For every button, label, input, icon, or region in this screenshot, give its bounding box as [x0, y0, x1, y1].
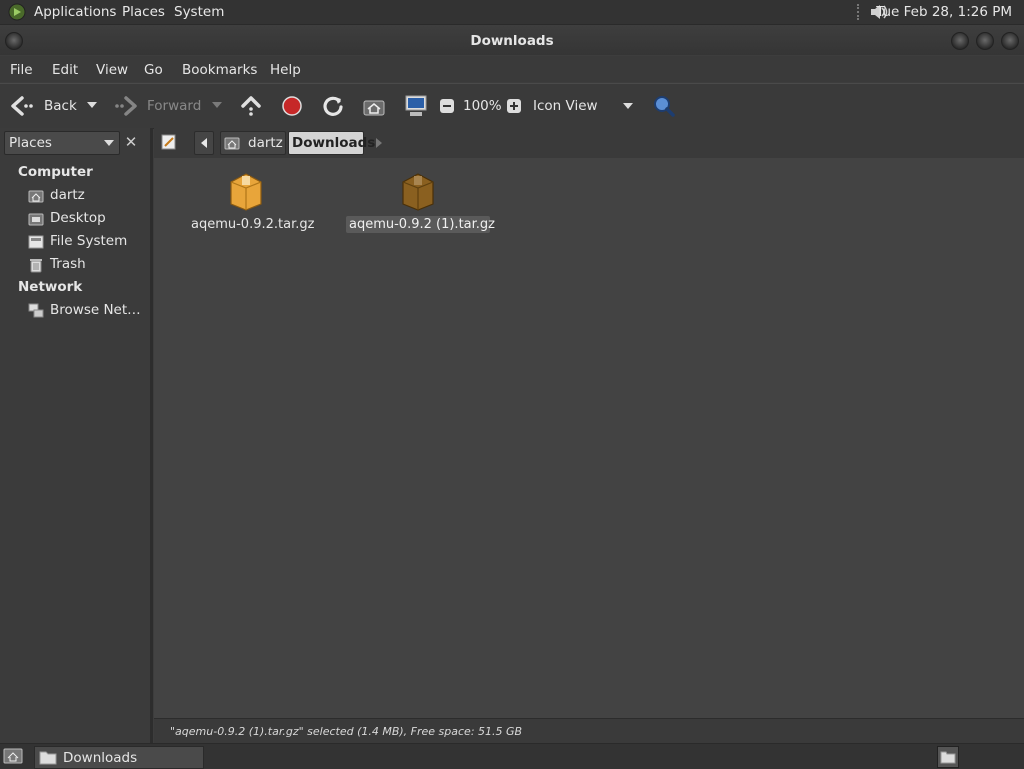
menu-applications[interactable]: Applications — [34, 4, 116, 20]
menu-edit[interactable]: Edit — [52, 62, 78, 78]
breadcrumb-dartz[interactable]: dartz — [220, 131, 286, 155]
home-folder-icon — [224, 137, 240, 150]
reload-icon[interactable] — [322, 95, 344, 117]
window-title: Downloads — [470, 33, 554, 49]
sidebar-item-browse-network[interactable]: Browse Net… — [28, 301, 146, 321]
forward-label: Forward — [147, 98, 202, 114]
breadcrumb-downloads[interactable]: Downloads — [288, 131, 375, 155]
maximize-button[interactable] — [976, 32, 994, 50]
forward-button[interactable]: Forward — [112, 92, 204, 120]
bottom-panel: Downloads — [0, 743, 1024, 769]
sidebar-item-trash[interactable]: Trash — [28, 255, 146, 275]
sidebar-item-label: dartz — [50, 187, 85, 203]
home-icon[interactable] — [363, 96, 385, 116]
package-icon — [402, 173, 434, 211]
sidebar-item-label: Browse Net… — [50, 302, 141, 318]
breadcrumb-label: Downloads — [292, 135, 376, 151]
forward-history-dropdown[interactable] — [212, 102, 222, 108]
view-mode-select[interactable]: Icon View — [528, 92, 640, 120]
view-mode-label: Icon View — [533, 98, 598, 114]
sidebar-item-dartz[interactable]: dartz — [28, 186, 146, 206]
menu-help[interactable]: Help — [270, 62, 301, 78]
section-heading-network: Network — [18, 279, 83, 295]
up-icon[interactable] — [240, 95, 262, 117]
side-pane: Places ✕ Computer dartz Desktop File Sys… — [0, 128, 153, 743]
taskbar-item-downloads[interactable]: Downloads — [34, 746, 204, 769]
sidebar-item-desktop[interactable]: Desktop — [28, 209, 146, 229]
status-bar: "aqemu-0.9.2 (1).tar.gz" selected (1.4 M… — [154, 718, 1024, 743]
side-pane-selector[interactable]: Places — [4, 131, 120, 155]
edit-icon — [161, 134, 176, 150]
zoom-out-icon[interactable] — [439, 98, 455, 114]
workspace-switcher[interactable] — [937, 746, 959, 768]
path-back-button[interactable] — [194, 131, 214, 155]
menu-go[interactable]: Go — [144, 62, 163, 78]
sidebar-item-label: File System — [50, 233, 128, 249]
computer-icon[interactable] — [404, 94, 428, 118]
trash-icon — [30, 259, 42, 273]
search-icon[interactable] — [652, 94, 676, 118]
back-arrow-icon — [11, 96, 33, 116]
window-titlebar[interactable]: Downloads — [0, 25, 1024, 55]
minimize-button[interactable] — [951, 32, 969, 50]
section-heading-computer: Computer — [18, 164, 93, 180]
back-label: Back — [44, 98, 77, 114]
menu-places[interactable]: Places — [122, 4, 165, 20]
file-view[interactable]: aqemu-0.9.2.tar.gz aqemu-0.9.2 (1).tar.g… — [154, 158, 1024, 718]
sidebar-item-file-system[interactable]: File System — [28, 232, 146, 252]
file-name: aqemu-0.9.2.tar.gz — [191, 217, 315, 232]
taskbar-item-label: Downloads — [63, 750, 138, 766]
clock[interactable]: Tue Feb 28, 1:26 PM — [876, 4, 1012, 20]
toggle-location-entry-button[interactable] — [158, 131, 180, 153]
folder-icon — [39, 751, 57, 765]
desktop-folder-icon — [28, 213, 44, 226]
panel-handle — [857, 4, 863, 20]
back-history-dropdown[interactable] — [87, 102, 97, 108]
close-window-button[interactable] — [1001, 32, 1019, 50]
chevron-left-icon — [201, 138, 207, 148]
sidebar-item-label: Trash — [50, 256, 86, 272]
home-folder-icon — [28, 190, 44, 203]
show-desktop-icon[interactable] — [3, 747, 23, 765]
side-pane-selector-label: Places — [9, 135, 52, 151]
status-text: "aqemu-0.9.2 (1).tar.gz" selected (1.4 M… — [170, 725, 523, 738]
breadcrumb-label: dartz — [248, 135, 283, 151]
menubar: File Edit View Go Bookmarks Help — [0, 56, 1024, 82]
zoom-in-icon[interactable] — [506, 98, 522, 114]
chevron-down-icon — [104, 140, 114, 146]
chevron-down-icon — [623, 103, 633, 109]
file-name: aqemu-0.9.2 (1).tar.gz — [346, 216, 495, 233]
menu-view[interactable]: View — [96, 62, 128, 78]
chevron-right-icon[interactable] — [376, 138, 382, 148]
stop-icon[interactable] — [281, 95, 303, 117]
sidebar-item-label: Desktop — [50, 210, 106, 226]
package-icon — [230, 173, 262, 211]
close-icon[interactable]: ✕ — [122, 133, 140, 151]
network-icon — [28, 303, 44, 318]
file-item[interactable]: aqemu-0.9.2.tar.gz — [188, 170, 315, 233]
workspace-window-icon — [940, 751, 956, 764]
toolbar: Back Forward 100% Icon View — [0, 83, 1024, 129]
gnome-foot-icon[interactable] — [8, 3, 26, 21]
menu-system[interactable]: System — [174, 4, 224, 20]
forward-arrow-icon — [115, 96, 137, 116]
drive-icon — [28, 235, 44, 249]
top-panel: Applications Places System Tue Feb 28, 1… — [0, 0, 1024, 25]
file-item-selected[interactable]: aqemu-0.9.2 (1).tar.gz — [346, 170, 495, 233]
zoom-level[interactable]: 100% — [463, 98, 502, 114]
location-bar: dartz Downloads — [154, 128, 1024, 158]
menu-file[interactable]: File — [10, 62, 33, 78]
menu-bookmarks[interactable]: Bookmarks — [182, 62, 257, 78]
